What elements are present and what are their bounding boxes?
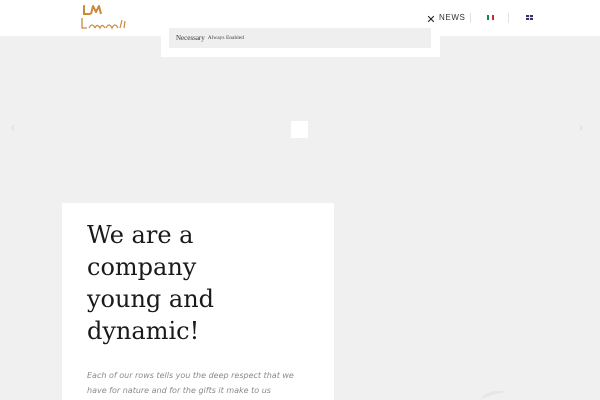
- logo[interactable]: [80, 4, 130, 32]
- cookie-preferences-panel: Necessary Always Enabled: [161, 20, 440, 57]
- intro-heading-line: company: [87, 253, 197, 281]
- slider-loader: [291, 121, 308, 138]
- intro-heading-line: young and: [87, 285, 215, 313]
- nav-divider: [508, 13, 509, 23]
- intro-card: We are a company young and dynamic! Each…: [62, 203, 334, 400]
- nav-news-link[interactable]: NEWS: [439, 13, 465, 22]
- chevron-left-icon[interactable]: ‹: [10, 120, 16, 136]
- cookie-category-status: Always Enabled: [207, 35, 244, 41]
- close-icon[interactable]: ✕: [425, 14, 437, 26]
- it-flag-icon[interactable]: [487, 15, 494, 20]
- leaf-decoration-icon: [480, 390, 506, 399]
- cookie-category-title: Necessary: [176, 34, 205, 42]
- cookie-category-necessary[interactable]: Necessary Always Enabled: [169, 28, 431, 48]
- intro-text: Each of our rows tells you the deep resp…: [87, 371, 294, 395]
- chevron-right-icon[interactable]: ›: [578, 120, 584, 136]
- intro-heading-line: We are a: [87, 221, 194, 249]
- nav-divider: [470, 13, 471, 23]
- en-flag-icon[interactable]: [526, 15, 533, 20]
- intro-heading: We are a company young and dynamic!: [87, 219, 317, 347]
- intro-heading-line: dynamic!: [87, 317, 200, 345]
